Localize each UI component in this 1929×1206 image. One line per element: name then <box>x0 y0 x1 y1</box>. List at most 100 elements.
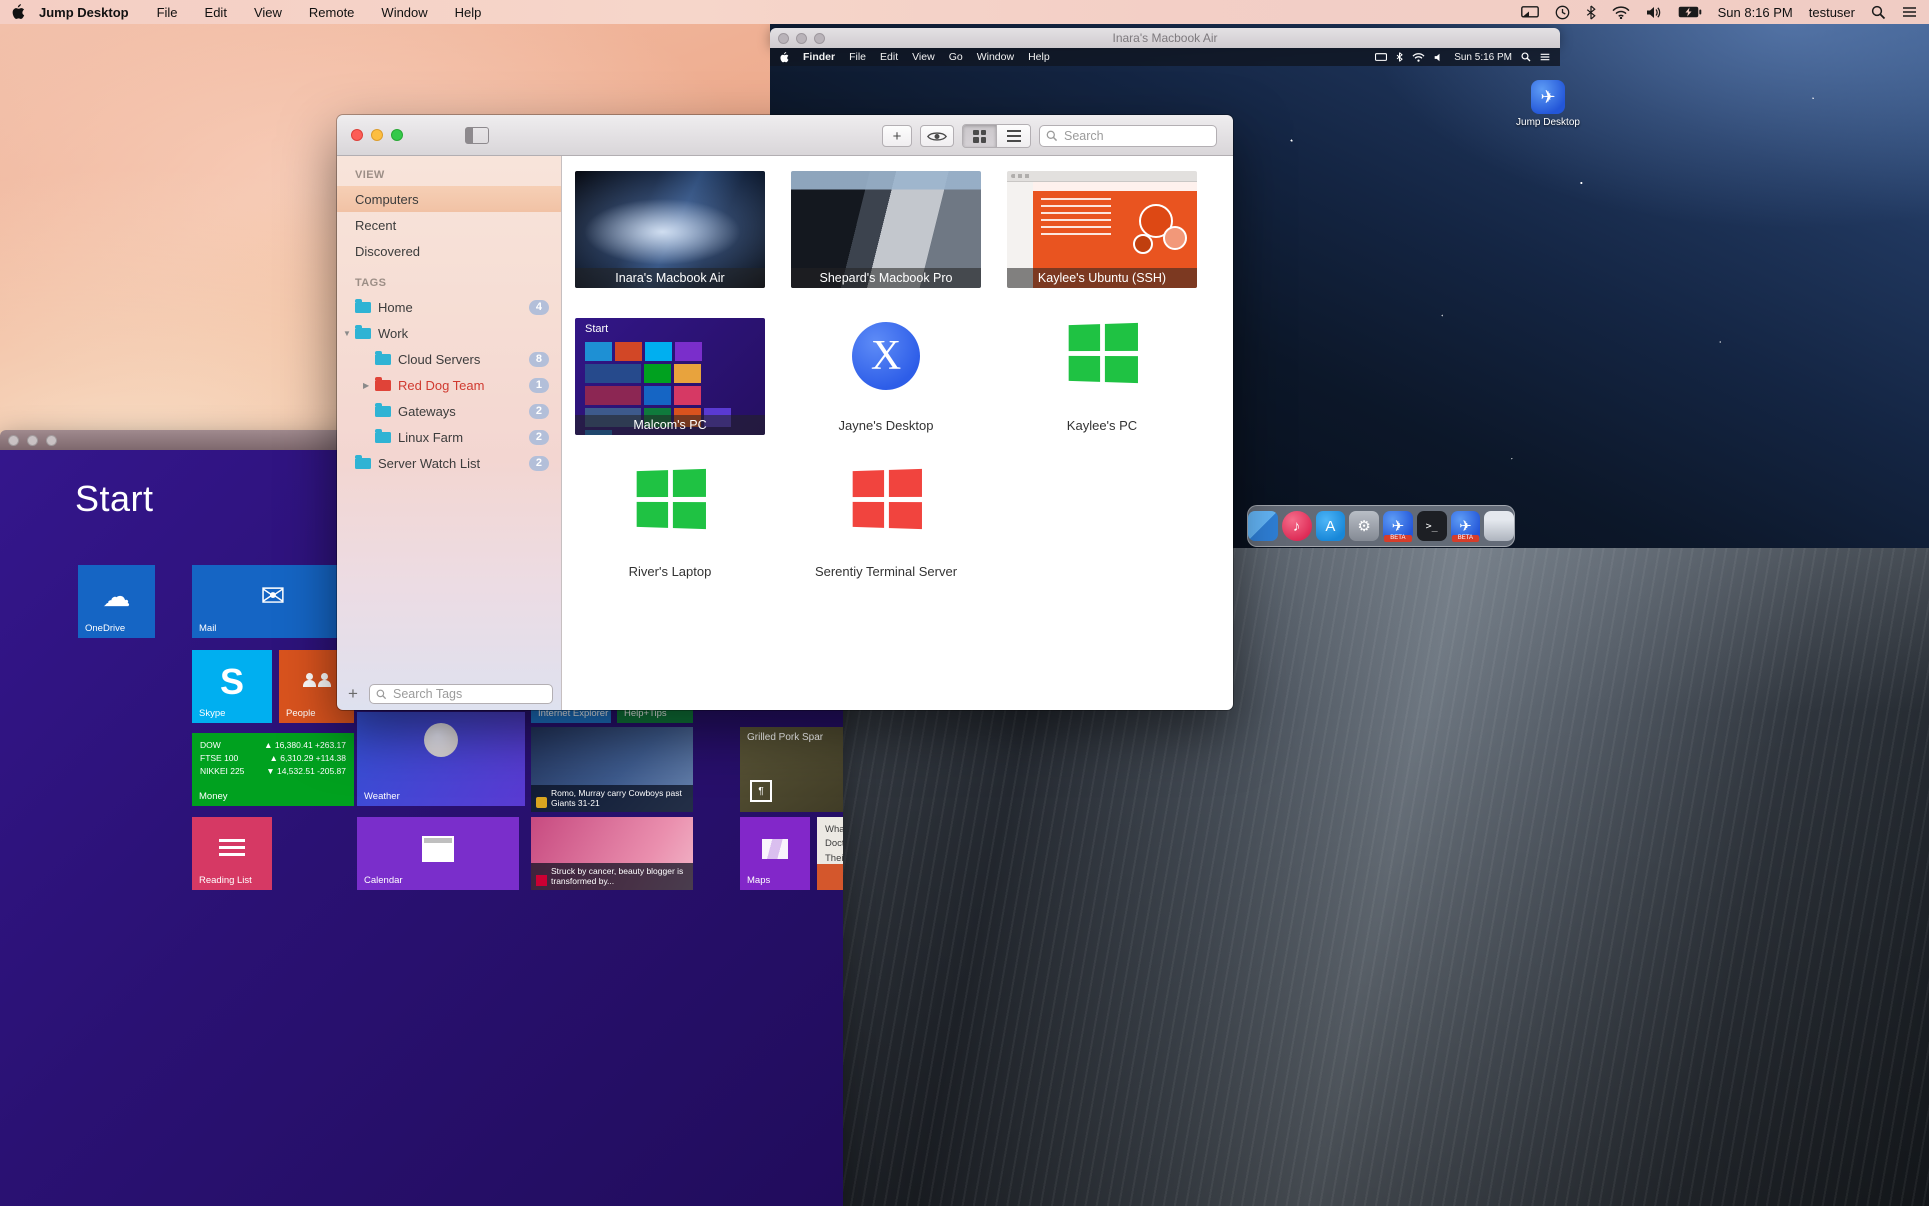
remote-apple-icon[interactable] <box>780 52 789 63</box>
app-menu-title[interactable]: Jump Desktop <box>39 5 129 20</box>
computer-card[interactable]: X Jayne's Desktop <box>791 318 981 435</box>
remote-menu-help[interactable]: Help <box>1028 51 1050 63</box>
sidebar-toggle-button[interactable] <box>465 127 489 144</box>
tile-onedrive[interactable]: ☁ OneDrive <box>78 565 155 638</box>
tag-gateways[interactable]: Gateways 2 <box>337 398 561 424</box>
menu-view[interactable]: View <box>254 5 282 20</box>
tile-photo-news[interactable]: Struck by cancer, beauty blogger is tran… <box>531 817 693 890</box>
windows-logo-red-icon[interactable] <box>853 469 922 529</box>
remote-display-icon[interactable] <box>1375 53 1387 62</box>
tag-server-watch-list[interactable]: Server Watch List 2 <box>337 450 561 476</box>
tag-red-dog-team[interactable]: ▶ Red Dog Team 1 <box>337 372 561 398</box>
appstore-dock-icon[interactable]: A <box>1316 511 1346 541</box>
tile-skype[interactable]: S Skype <box>192 650 272 723</box>
tag-cloud-servers[interactable]: Cloud Servers 8 <box>337 346 561 372</box>
minimize-button[interactable] <box>371 129 383 141</box>
computer-thumbnail-galaxy[interactable]: Inara's Macbook Air <box>575 171 765 288</box>
list-view-button[interactable] <box>996 125 1030 147</box>
spotlight-search-icon[interactable] <box>1871 5 1886 20</box>
start-zoom-button[interactable] <box>46 435 57 446</box>
tile-reading-list[interactable]: Reading List <box>192 817 272 890</box>
music-dock-icon[interactable]: ♪ <box>1282 511 1312 541</box>
menu-remote[interactable]: Remote <box>309 5 355 20</box>
sidebar-item-recent[interactable]: Recent <box>337 212 561 238</box>
computer-thumbnail-ubuntu[interactable]: Kaylee's Ubuntu (SSH) <box>1007 171 1197 288</box>
disclosure-right-icon[interactable]: ▶ <box>363 381 375 390</box>
tile-money[interactable]: DOW▲ 16,380.41 +263.17 FTSE 100▲ 6,310.2… <box>192 733 354 806</box>
settings-dock-icon[interactable]: ⚙ <box>1349 511 1379 541</box>
remote-menu-finder[interactable]: Finder <box>803 51 835 63</box>
remote-volume-icon[interactable] <box>1434 53 1445 62</box>
computer-card[interactable]: Serentiy Terminal Server <box>791 464 981 581</box>
menu-file[interactable]: File <box>157 5 178 20</box>
start-minimize-button[interactable] <box>27 435 38 446</box>
volume-icon[interactable] <box>1646 6 1662 19</box>
computer-thumbnail-win8[interactable]: Start Malcom's PC <box>575 318 765 435</box>
tag-home[interactable]: Home 4 <box>337 294 561 320</box>
apple-icon[interactable] <box>12 4 25 20</box>
remote-desktop-jump-icon[interactable]: ✈ Jump Desktop <box>1513 80 1583 128</box>
windows-logo-green-icon[interactable] <box>637 469 706 529</box>
x11-icon[interactable]: X <box>852 322 920 390</box>
search-tags-input[interactable] <box>391 686 546 702</box>
finder-dock-icon[interactable] <box>1248 511 1278 541</box>
remote-window-titlebar[interactable]: Inara's Macbook Air <box>770 28 1560 48</box>
quick-look-button[interactable] <box>920 125 954 147</box>
close-button[interactable] <box>351 129 363 141</box>
computer-card[interactable]: Kaylee's Ubuntu (SSH) <box>1007 171 1197 288</box>
add-computer-button[interactable]: + <box>882 125 912 147</box>
computer-card[interactable]: Start Malcom's PC <box>575 318 765 435</box>
computer-card[interactable]: Inara's Macbook Air <box>575 171 765 288</box>
disclosure-down-icon[interactable]: ▼ <box>343 329 355 338</box>
terminal-dock-icon[interactable]: >_ <box>1417 511 1447 541</box>
tile-mail[interactable]: ✉ Mail <box>192 565 354 638</box>
tag-work[interactable]: ▼ Work <box>337 320 561 346</box>
remote-menu-edit[interactable]: Edit <box>880 51 898 63</box>
remote-menu-file[interactable]: File <box>849 51 866 63</box>
trash-dock-icon[interactable] <box>1484 511 1514 541</box>
remote-bluetooth-icon[interactable] <box>1396 52 1403 62</box>
sidebar-item-discovered[interactable]: Discovered <box>337 238 561 264</box>
windows-logo-green-icon[interactable] <box>1069 323 1138 383</box>
add-tag-button[interactable]: + <box>345 684 361 704</box>
time-machine-icon[interactable] <box>1555 5 1570 20</box>
start-close-button[interactable] <box>8 435 19 446</box>
tile-calendar[interactable]: Calendar <box>357 817 519 890</box>
remote-menu-go[interactable]: Go <box>949 51 963 63</box>
current-user[interactable]: testuser <box>1809 5 1855 20</box>
computer-card[interactable]: River's Laptop <box>575 464 765 581</box>
remote-menu-list-icon[interactable] <box>1540 53 1550 61</box>
sidebar-item-computers[interactable]: Computers <box>337 186 561 212</box>
jump-beta2-dock-icon[interactable]: ✈BETA <box>1451 511 1481 541</box>
tile-maps[interactable]: Maps <box>740 817 810 890</box>
bluetooth-icon[interactable] <box>1586 5 1596 20</box>
remote-menu-window[interactable]: Window <box>977 51 1014 63</box>
menu-window[interactable]: Window <box>381 5 427 20</box>
tag-linux-farm[interactable]: Linux Farm 2 <box>337 424 561 450</box>
jump-beta-dock-icon[interactable]: ✈BETA <box>1383 511 1413 541</box>
search-input[interactable] <box>1062 128 1210 144</box>
menu-help[interactable]: Help <box>455 5 482 20</box>
remote-menu-view[interactable]: View <box>912 51 935 63</box>
remote-clock[interactable]: Sun 5:16 PM <box>1454 52 1512 63</box>
search-tags-box[interactable] <box>369 684 553 704</box>
computer-card[interactable]: Shepard's Macbook Pro <box>791 171 981 288</box>
tile-weather[interactable]: Weather <box>357 712 525 806</box>
jump-desktop-app-icon[interactable]: ✈ <box>1531 80 1565 114</box>
battery-charging-icon[interactable] <box>1678 6 1702 18</box>
tile-news-white[interactable]: Wha Doct Thei <box>817 817 843 890</box>
computer-card[interactable]: Kaylee's PC <box>1007 318 1197 435</box>
host-clock[interactable]: Sun 8:16 PM <box>1718 5 1793 20</box>
screen-mirroring-icon[interactable] <box>1521 6 1539 19</box>
tile-food-recipe[interactable]: Grilled Pork Spar ¶ <box>740 727 843 812</box>
zoom-button[interactable] <box>391 129 403 141</box>
notification-center-icon[interactable] <box>1902 6 1917 18</box>
remote-search-icon[interactable] <box>1521 52 1531 62</box>
wifi-icon[interactable] <box>1612 6 1630 19</box>
computer-thumbnail-yosemite[interactable]: Shepard's Macbook Pro <box>791 171 981 288</box>
tile-sports-news[interactable]: Romo, Murray carry Cowboys past Giants 3… <box>531 727 693 812</box>
grid-view-button[interactable] <box>963 125 996 147</box>
toolbar-search[interactable] <box>1039 125 1217 147</box>
remote-wifi-icon[interactable] <box>1412 53 1425 62</box>
menu-edit[interactable]: Edit <box>205 5 227 20</box>
